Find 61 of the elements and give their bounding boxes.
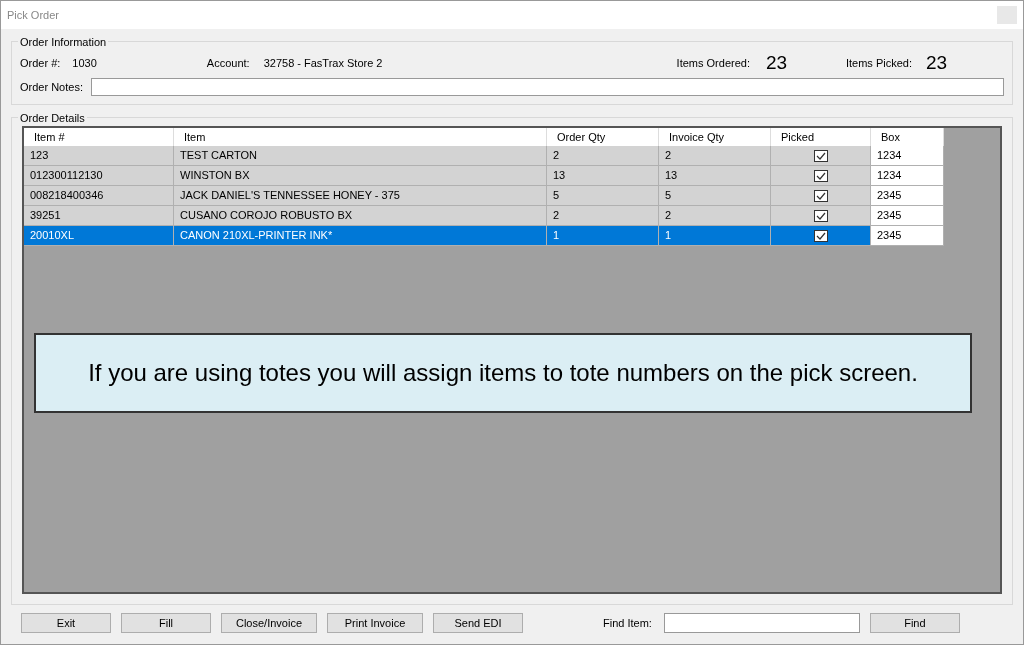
account-value: 32758 - FasTrax Store 2 xyxy=(263,55,383,71)
find-button[interactable]: Find xyxy=(869,613,960,633)
action-button[interactable]: Send EDI xyxy=(433,613,523,633)
table-cell: 13 xyxy=(659,166,771,186)
checkbox[interactable] xyxy=(813,189,828,202)
find-item-field[interactable] xyxy=(663,613,860,633)
table-row[interactable]: 39251 CUSANO COROJO ROBUSTO BX 2 2 2345 xyxy=(24,206,1000,226)
table-cell: 2345 xyxy=(871,206,944,226)
column-header[interactable]: Item xyxy=(174,128,547,146)
find-item-label: Find Item: xyxy=(603,615,652,631)
table-row[interactable]: 012300112130 WINSTON BX 13 13 1234 xyxy=(24,166,1000,186)
items-picked-label: Items Picked: xyxy=(845,55,912,71)
column-header[interactable]: Box xyxy=(871,128,944,146)
table-row[interactable]: 20010XL CANON 210XL-PRINTER INK* 1 1 2345 xyxy=(24,226,1000,246)
table-cell: 012300112130 xyxy=(24,166,174,186)
account-label: Account: xyxy=(206,55,250,71)
items-ordered-label: Items Ordered: xyxy=(676,55,750,71)
column-header[interactable]: Picked xyxy=(771,128,871,146)
table-cell: 2345 xyxy=(871,186,944,206)
action-button[interactable]: Exit xyxy=(21,613,111,633)
table-cell: CANON 210XL-PRINTER INK* xyxy=(174,226,547,246)
checkbox[interactable] xyxy=(813,149,828,162)
column-header[interactable]: Order Qty xyxy=(547,128,659,146)
table-cell: JACK DANIEL'S TENNESSEE HONEY - 375 xyxy=(174,186,547,206)
table-cell: 5 xyxy=(659,186,771,206)
table-cell: 2 xyxy=(547,206,659,226)
table-cell: 2 xyxy=(547,146,659,166)
table-cell: 1234 xyxy=(871,146,944,166)
table-cell: 2345 xyxy=(871,226,944,246)
table-cell: 39251 xyxy=(24,206,174,226)
callout-box: If you are using totes you will assign items to tote numbers on the pick screen. xyxy=(34,333,972,413)
table-cell: 1 xyxy=(547,226,659,246)
table-cell: WINSTON BX xyxy=(174,166,547,186)
action-button[interactable]: Close/Invoice xyxy=(221,613,317,633)
action-button[interactable]: Fill xyxy=(121,613,211,633)
table-cell: 20010XL xyxy=(24,226,174,246)
column-header[interactable]: Invoice Qty xyxy=(659,128,771,146)
order-number: 1030 xyxy=(72,55,97,71)
table-cell: 2 xyxy=(659,206,771,226)
order-notes-field[interactable] xyxy=(90,78,1004,96)
table-cell: 13 xyxy=(547,166,659,186)
checkbox[interactable] xyxy=(813,169,828,182)
table-cell: 5 xyxy=(547,186,659,206)
window-title: Pick Order xyxy=(7,7,59,23)
checkbox[interactable] xyxy=(813,229,828,242)
table-cell: 123 xyxy=(24,146,174,166)
table-cell: TEST CARTON xyxy=(174,146,547,166)
table-cell: CUSANO COROJO ROBUSTO BX xyxy=(174,206,547,226)
checkbox[interactable] xyxy=(813,209,828,222)
table-cell: 1 xyxy=(659,226,771,246)
items-picked-count: 23 xyxy=(926,50,949,75)
table-row[interactable]: 123 TEST CARTON 2 2 1234 xyxy=(24,146,1000,166)
column-header[interactable]: Item # xyxy=(24,128,174,146)
order-notes-label: Order Notes: xyxy=(20,79,83,95)
action-button[interactable]: Print Invoice xyxy=(327,613,423,633)
table-cell: 008218400346 xyxy=(24,186,174,206)
table-row[interactable]: 008218400346 JACK DANIEL'S TENNESSEE HONEY - 375 5 5 2345 xyxy=(24,186,1000,206)
table-cell: 1234 xyxy=(871,166,944,186)
table-cell: 2 xyxy=(659,146,771,166)
items-ordered-count: 23 xyxy=(765,50,789,75)
order-label: Order #: xyxy=(20,55,61,71)
